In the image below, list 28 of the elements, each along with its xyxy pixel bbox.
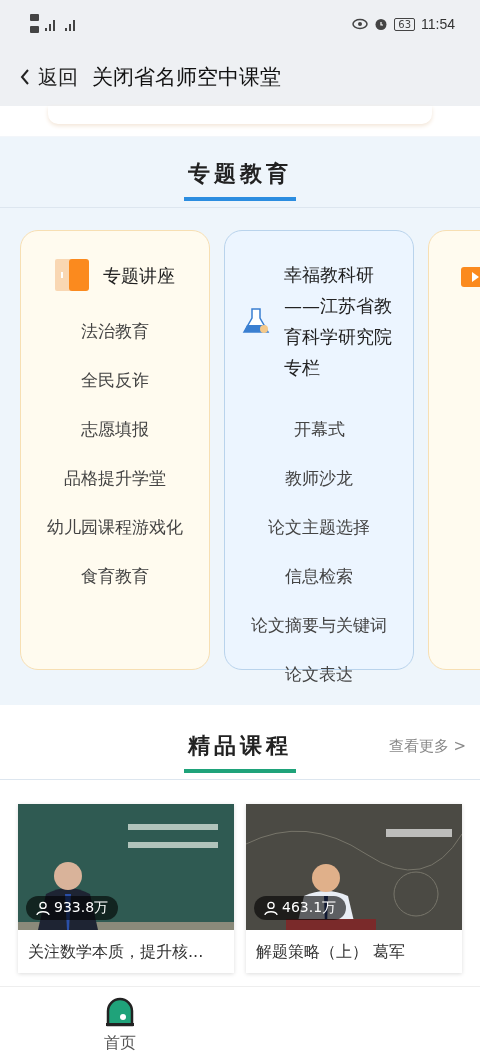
section-title: 专题教育 [184, 153, 296, 201]
see-more-link[interactable]: 查看更多 > [388, 737, 466, 756]
course-card[interactable]: 933.8万 关注数学本质，提升核... [18, 804, 234, 973]
card-title: 幸福教科研——江苏省教育科学研究院专栏 [284, 263, 393, 380]
page-title: 关闭省名师空中课堂 [92, 64, 281, 91]
topic-link[interactable]: 志愿填报 [81, 405, 149, 454]
view-number: 463.1万 [282, 899, 337, 917]
section-title: 精品课程 [184, 725, 296, 773]
topic-link[interactable]: 信息检索 [285, 552, 353, 601]
course-title: 解题策略（上） 葛军 [255, 941, 407, 963]
topic-link[interactable]: 品格提升学堂 [64, 454, 166, 503]
topic-link[interactable]: 幼儿园课程游戏化 [47, 503, 183, 552]
course-card[interactable]: 463.1万 解题策略（上） 葛军 [246, 804, 462, 973]
course-title: 关注数学本质，提升核... [27, 941, 205, 963]
card-title: 专题讲座 [103, 263, 175, 288]
topic-link[interactable]: 开幕式 [293, 405, 345, 454]
back-button[interactable]: 返回 [20, 63, 78, 91]
topic-link[interactable]: 法治教育 [81, 307, 149, 356]
topic-link[interactable]: 食育教育 [81, 552, 149, 601]
topic-link[interactable]: 论文摘要与关键词 [251, 601, 387, 650]
topic-link[interactable]: 全民反诈 [81, 356, 149, 405]
nav-tab[interactable]: 首页 [0, 987, 240, 1061]
topic-link[interactable]: 论文表达 [285, 650, 353, 699]
view-number: 933.8万 [54, 899, 109, 917]
topic-link[interactable]: 教师沙龙 [285, 454, 353, 503]
topic-link[interactable]: 论文主题选择 [268, 503, 370, 552]
status-time: 11:54 [421, 16, 455, 32]
battery-level: 63 [394, 17, 415, 31]
